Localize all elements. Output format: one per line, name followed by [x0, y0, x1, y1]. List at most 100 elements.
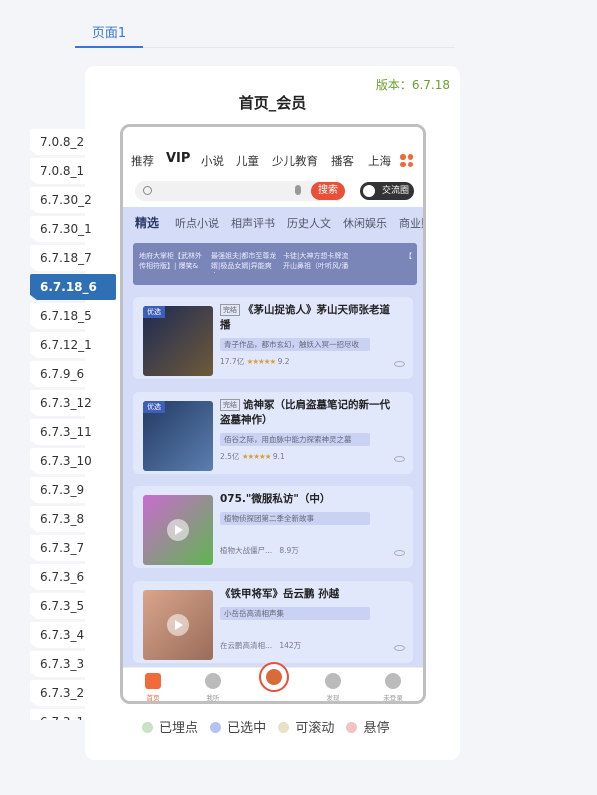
author-name: 在云鹏高清相... [220, 641, 273, 650]
album-card[interactable]: 《铁甲将军》岳云鹏 孙越 小岳岳高清相声集 在云鹏高清相... 142万 [133, 581, 413, 663]
legend-item: 已埋点 [142, 717, 198, 736]
version-item[interactable]: 7.0.8_1 [30, 158, 116, 184]
nav-item-novel[interactable]: 小说 [201, 153, 224, 169]
version-item[interactable]: 6.7.3_9 [30, 477, 116, 503]
home-icon [145, 673, 161, 689]
subtab-history[interactable]: 历史人文 [287, 215, 331, 231]
version-item[interactable]: 6.7.3_6 [30, 564, 116, 590]
tab-underline [75, 46, 143, 48]
play-icon[interactable] [167, 519, 189, 541]
version-item[interactable]: 7.0.8_2 [30, 129, 116, 155]
subtab-listen-novel[interactable]: 听点小说 [175, 215, 219, 231]
version-item[interactable]: 6.7.30_1 [30, 216, 116, 242]
category-grid-icon[interactable] [400, 154, 413, 167]
version-item[interactable]: 6.7.3_3 [30, 651, 116, 677]
mic-icon[interactable] [295, 185, 301, 195]
strip-item[interactable]: 地府大掌柜【武林外传相符版】| 爆笑& [139, 251, 205, 273]
version-item[interactable]: 6.7.3_10 [30, 448, 116, 474]
legend-item: 可滚动 [278, 717, 334, 736]
bottom-nav-listen[interactable]: 我听 [193, 673, 233, 702]
version-item[interactable]: 6.7.3_2 [30, 680, 116, 706]
version-list[interactable]: 7.0.8_2 7.0.8_1 6.7.30_2 6.7.30_1 6.7.18… [30, 129, 116, 720]
album-title: 《铁甲将军》岳云鹏 孙越 [220, 588, 340, 600]
center-play-button[interactable] [259, 662, 289, 692]
user-icon [385, 673, 401, 689]
subtab-featured[interactable]: 精选 [135, 214, 159, 231]
banner-strip[interactable]: 地府大掌柜【武林外传相符版】| 爆笑& 最强姐夫|都市至尊龙婿|极品女婿|异能爽… [133, 243, 417, 285]
version-item[interactable]: 6.7.18_5 [30, 303, 116, 329]
bottom-nav-label: 发现 [326, 694, 340, 702]
bottom-nav-home[interactable]: 首页 [133, 673, 173, 702]
album-desc: 佰谷之际，用血脉中能力探索神灵之墓 [220, 433, 370, 446]
version-item[interactable]: 6.7.3_7 [30, 535, 116, 561]
star-icon [205, 673, 221, 689]
album-card[interactable]: 优选 完结 《茅山捉诡人》茅山天师张老道播 青子作品，都市玄幻，触妖入冥一招尽收 … [133, 297, 413, 379]
album-meta: 17.7亿 ★★★★★ 9.2 [220, 356, 290, 367]
version-item[interactable]: 6.7.3_1 [30, 709, 116, 720]
bottom-nav-discover[interactable]: 发现 [313, 673, 353, 702]
album-card[interactable]: 优选 完结 诡神冢（比肩盗墓笔记的新一代盗墓神作） 佰谷之际，用血脉中能力探索神灵… [133, 392, 413, 474]
version-item[interactable]: 6.7.3_4 [30, 622, 116, 648]
bottom-nav-label: 首页 [146, 694, 160, 702]
nav-item-education[interactable]: 少儿教育 [272, 153, 318, 169]
album-cover: 优选 [143, 306, 213, 376]
compass-icon [325, 673, 341, 689]
legend-dot [210, 722, 222, 733]
rating-score: 9.2 [277, 357, 290, 366]
nav-item-kids[interactable]: 儿童 [236, 153, 259, 169]
version-item[interactable]: 6.7.18_7 [30, 245, 116, 271]
finished-tag: 完结 [220, 304, 240, 316]
bottom-nav: 首页 我听 发现 未登录 [123, 662, 423, 702]
jiaoliutuan-button[interactable]: 交流圈 [360, 182, 414, 200]
nav-item-shanghai[interactable]: 上海 [368, 153, 391, 169]
version-item[interactable]: 6.7.3_11 [30, 419, 116, 445]
search-button[interactable]: 搜索 [311, 182, 345, 200]
version-item[interactable]: 6.7.3_8 [30, 506, 116, 532]
cover-tag: 优选 [143, 401, 165, 413]
top-nav: 推荐 VIP 小说 儿童 少儿教育 播客 上海 [123, 127, 423, 175]
eye-icon [394, 645, 405, 651]
version-item[interactable]: 6.7.3_12 [30, 390, 116, 416]
jiaoliutuan-label: 交流圈 [381, 186, 409, 196]
version-item[interactable]: 6.7.12_1 [30, 332, 116, 358]
tab-page-1[interactable]: 页面1 [75, 22, 143, 41]
subtab-leisure[interactable]: 休闲娱乐 [343, 215, 387, 231]
version-item[interactable]: 6.7.30_2 [30, 187, 116, 213]
album-cover [143, 590, 213, 660]
bottom-nav-profile[interactable]: 未登录 [373, 673, 413, 702]
search-icon [143, 186, 152, 195]
album-meta: 在云鹏高清相... 142万 [220, 640, 301, 651]
strip-item[interactable]: 【 [405, 251, 415, 273]
plays-count: 8.9万 [279, 546, 299, 555]
album-card[interactable]: 075."微服私访"（中） 植物侦探团第二季全新故事 植物大战僵尸... 8.9… [133, 486, 413, 568]
version-item[interactable]: 6.7.9_6 [30, 361, 116, 387]
sub-tabs: 精选 听点小说 相声评书 历史人文 休闲娱乐 商业财 [123, 215, 423, 233]
bottom-nav-label: 我听 [206, 694, 220, 702]
legend-label: 已选中 [227, 721, 267, 736]
legend-dot [346, 722, 358, 733]
rating-stars: ★★★★★ [241, 452, 272, 461]
strip-item[interactable]: 卡徒|大神方想卡牌流开山鼻祖（叶听风/潘 [283, 251, 349, 273]
vip-badge-icon [363, 185, 375, 197]
subtab-crosstalk[interactable]: 相声评书 [231, 215, 275, 231]
legend-item: 已选中 [210, 717, 266, 736]
plays-count: 2.5亿 [220, 452, 240, 461]
strip-item[interactable]: 最强姐夫|都市至尊龙婿|极品女婿|异能爽文 [211, 251, 277, 273]
nav-item-podcast[interactable]: 播客 [331, 153, 354, 169]
version-item-selected[interactable]: 6.7.18_6 [30, 274, 116, 300]
album-title: 完结 诡神冢（比肩盗墓笔记的新一代盗墓神作） [220, 398, 400, 428]
tab-bar: 页面1 [75, 18, 455, 48]
legend-dot [142, 722, 153, 733]
subtab-business[interactable]: 商业财 [399, 215, 423, 231]
album-cover: 优选 [143, 401, 213, 471]
nav-item-recommend[interactable]: 推荐 [131, 153, 154, 169]
bottom-nav-label: 未登录 [383, 694, 403, 702]
play-icon[interactable] [167, 614, 189, 636]
nav-item-vip[interactable]: VIP [166, 151, 190, 166]
version-item[interactable]: 6.7.3_5 [30, 593, 116, 619]
search-row: 搜索 交流圈 [135, 181, 414, 201]
legend-item: 悬停 [346, 717, 389, 736]
album-meta: 2.5亿 ★★★★★ 9.1 [220, 451, 285, 462]
legend: 已埋点 已选中 可滚动 悬停 [142, 717, 397, 737]
search-input[interactable]: 搜索 [135, 181, 345, 201]
